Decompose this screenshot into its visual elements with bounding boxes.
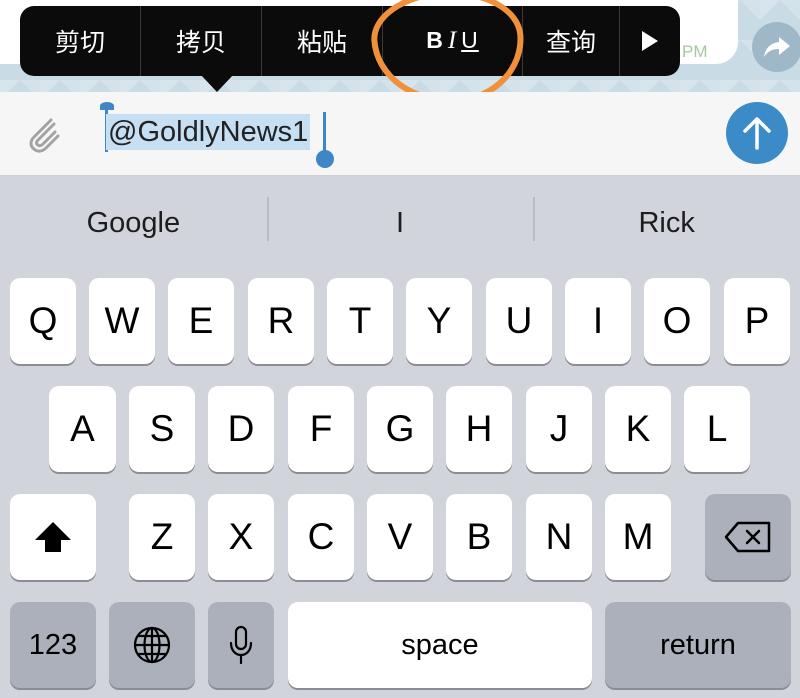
globe-icon: [133, 626, 171, 664]
suggestion-i[interactable]: I: [266, 177, 534, 269]
selection-start-handle[interactable]: [98, 102, 116, 152]
message-time: PM: [682, 42, 708, 61]
share-arrow-icon: [764, 37, 790, 57]
menu-pointer: [200, 74, 234, 92]
key-b[interactable]: B: [446, 494, 512, 580]
message-input-bar: @GoldlyNews1: [0, 92, 800, 176]
shift-arrow-icon: [35, 522, 71, 552]
space-key[interactable]: space: [288, 602, 592, 688]
italic-letter: I: [447, 27, 458, 54]
globe-key[interactable]: [109, 602, 195, 688]
key-v[interactable]: V: [367, 494, 433, 580]
key-s[interactable]: S: [129, 386, 195, 472]
paperclip-icon[interactable]: [18, 108, 68, 158]
microphone-icon: [229, 625, 253, 665]
key-c[interactable]: C: [288, 494, 354, 580]
selected-text: @GoldlyNews1: [106, 114, 311, 150]
key-e[interactable]: E: [168, 278, 234, 364]
numbers-key[interactable]: 123: [10, 602, 96, 688]
message-input[interactable]: @GoldlyNews1: [90, 100, 702, 168]
more-arrow-icon: [642, 31, 658, 51]
key-o[interactable]: O: [644, 278, 710, 364]
key-t[interactable]: T: [327, 278, 393, 364]
send-button[interactable]: [726, 102, 788, 164]
key-r[interactable]: R: [248, 278, 314, 364]
predictive-bar: Google I Rick: [0, 177, 800, 269]
menu-paste[interactable]: 粘贴: [262, 6, 383, 76]
key-g[interactable]: G: [367, 386, 433, 472]
backspace-icon: [724, 521, 771, 553]
suggestion-google[interactable]: Google: [0, 177, 267, 269]
key-y[interactable]: Y: [406, 278, 472, 364]
forward-button[interactable]: [752, 22, 800, 72]
key-x[interactable]: X: [208, 494, 274, 580]
text-edit-menu: 剪切 拷贝 粘贴 B I U 查询: [20, 6, 680, 76]
menu-more[interactable]: [620, 6, 680, 76]
key-n[interactable]: N: [526, 494, 592, 580]
dictation-key[interactable]: [208, 602, 274, 688]
underline-letter: U: [461, 27, 479, 53]
key-q[interactable]: Q: [10, 278, 76, 364]
key-z[interactable]: Z: [129, 494, 195, 580]
key-u[interactable]: U: [486, 278, 552, 364]
biu-label: B I U: [426, 27, 479, 55]
key-i[interactable]: I: [565, 278, 631, 364]
return-key[interactable]: return: [605, 602, 791, 688]
key-p[interactable]: P: [724, 278, 790, 364]
suggestion-rick[interactable]: Rick: [533, 177, 800, 269]
selection-end-line: [323, 112, 326, 152]
menu-cut[interactable]: 剪切: [20, 6, 141, 76]
selection-end-knob: [316, 150, 334, 168]
menu-format-biu[interactable]: B I U: [383, 6, 523, 76]
delete-key[interactable]: [705, 494, 791, 580]
menu-copy[interactable]: 拷贝: [141, 6, 262, 76]
key-f[interactable]: F: [288, 386, 354, 472]
key-m[interactable]: M: [605, 494, 671, 580]
bold-letter: B: [426, 27, 444, 53]
arrow-up-icon: [743, 117, 771, 150]
key-h[interactable]: H: [446, 386, 512, 472]
key-j[interactable]: J: [526, 386, 592, 472]
key-l[interactable]: L: [684, 386, 750, 472]
menu-lookup[interactable]: 查询: [523, 6, 620, 76]
key-a[interactable]: A: [49, 386, 116, 472]
key-d[interactable]: D: [208, 386, 274, 472]
shift-key[interactable]: [10, 494, 96, 580]
key-k[interactable]: K: [605, 386, 671, 472]
key-w[interactable]: W: [89, 278, 155, 364]
